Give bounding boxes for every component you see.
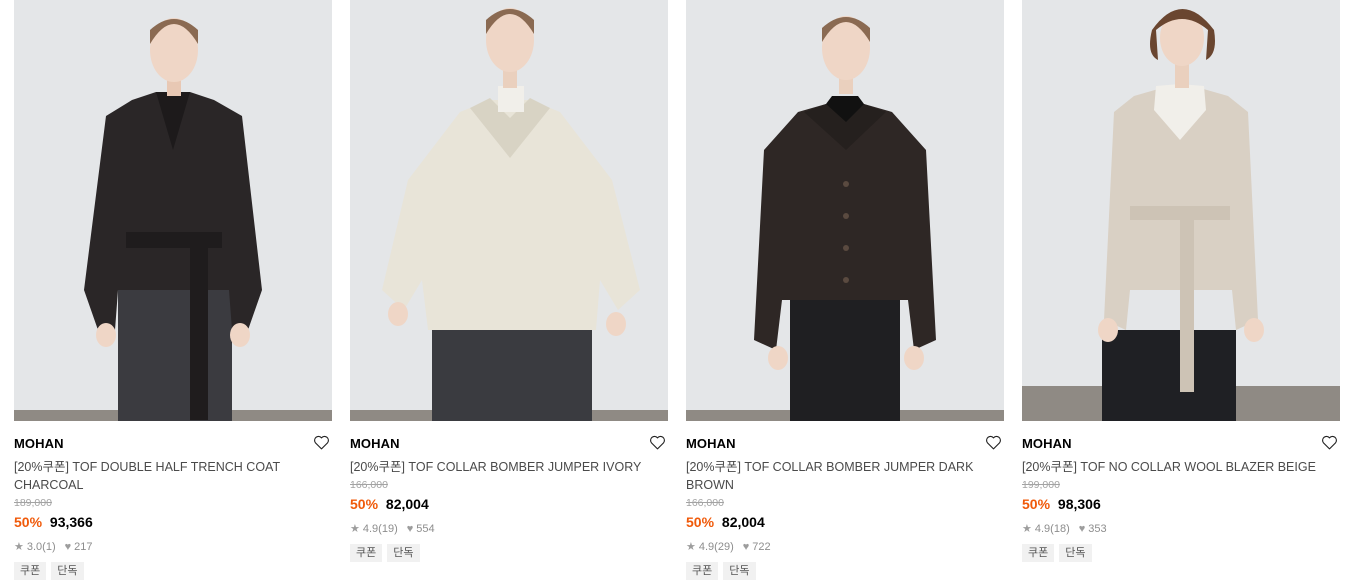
star-icon: ★	[1022, 523, 1032, 535]
original-price: 166,000	[350, 479, 388, 491]
discount-rate: 50%	[14, 514, 43, 530]
product-name[interactable]: [20%쿠폰] TOF NO COLLAR WOOL BLAZER BEIGE	[1022, 458, 1340, 476]
heart-outline-icon[interactable]	[649, 434, 666, 451]
like-count: 554	[416, 523, 435, 535]
rating: 4.9	[698, 541, 715, 553]
brand-name[interactable]: MOHAN	[350, 436, 400, 451]
product-meta: ★ 4.9 (29) ♥ 722	[686, 540, 1004, 554]
price-row: 50% 98,306	[1022, 494, 1340, 514]
review-count: (18)	[1050, 523, 1070, 535]
heart-outline-icon[interactable]	[1321, 434, 1338, 451]
original-price: 199,000	[1022, 479, 1060, 491]
original-price: 189,000	[14, 497, 52, 509]
brand-row: MOHAN	[14, 434, 332, 458]
product-name[interactable]: [20%쿠폰] TOF COLLAR BOMBER JUMPER DARK BR…	[686, 458, 1004, 494]
original-price: 166,000	[686, 497, 724, 509]
tag-list: 쿠폰 단독	[14, 562, 332, 580]
product-image[interactable]	[350, 0, 668, 421]
price-row: 50% 82,004	[350, 494, 668, 514]
product-grid: MOHAN [20%쿠폰] TOF DOUBLE HALF TRENCH COA…	[0, 0, 1347, 583]
brand-name[interactable]: MOHAN	[686, 436, 736, 451]
discount-rate: 50%	[686, 514, 715, 530]
brand-name[interactable]: MOHAN	[14, 436, 64, 451]
review-count: (19)	[378, 523, 398, 535]
exclusive-tag: 단독	[51, 562, 84, 580]
heart-filled-icon: ♥	[64, 541, 72, 553]
price-row: 50% 93,366	[14, 512, 332, 532]
brand-row: MOHAN	[350, 434, 668, 458]
brand-row: MOHAN	[686, 434, 1004, 458]
coupon-tag: 쿠폰	[350, 544, 383, 562]
review-count: (29)	[714, 541, 734, 553]
product-meta: ★ 4.9 (18) ♥ 353	[1022, 522, 1340, 536]
exclusive-tag: 단독	[723, 562, 756, 580]
heart-filled-icon: ♥	[1078, 523, 1086, 535]
review-count: (1)	[42, 541, 56, 553]
tag-list: 쿠폰 단독	[1022, 544, 1340, 562]
star-icon: ★	[350, 523, 360, 535]
sale-price: 98,306	[1057, 496, 1101, 512]
coupon-tag: 쿠폰	[14, 562, 47, 580]
product-card[interactable]: MOHAN [20%쿠폰] TOF COLLAR BOMBER JUMPER I…	[350, 0, 668, 583]
price-row: 50% 82,004	[686, 512, 1004, 532]
sale-price: 82,004	[385, 496, 429, 512]
tag-list: 쿠폰 단독	[350, 544, 668, 562]
product-meta: ★ 3.0 (1) ♥ 217	[14, 540, 332, 554]
product-card[interactable]: MOHAN [20%쿠폰] TOF DOUBLE HALF TRENCH COA…	[14, 0, 332, 583]
rating: 3.0	[26, 541, 43, 553]
product-name[interactable]: [20%쿠폰] TOF DOUBLE HALF TRENCH COAT CHAR…	[14, 458, 332, 494]
discount-rate: 50%	[1022, 496, 1051, 512]
rating: 4.9	[362, 523, 379, 535]
product-card[interactable]: MOHAN [20%쿠폰] TOF COLLAR BOMBER JUMPER D…	[686, 0, 1004, 583]
heart-filled-icon: ♥	[406, 523, 414, 535]
like-count: 353	[1088, 523, 1107, 535]
star-icon: ★	[686, 541, 696, 553]
heart-outline-icon[interactable]	[313, 434, 330, 451]
heart-filled-icon: ♥	[742, 541, 750, 553]
heart-outline-icon[interactable]	[985, 434, 1002, 451]
exclusive-tag: 단독	[387, 544, 420, 562]
sale-price: 82,004	[721, 514, 765, 530]
product-meta: ★ 4.9 (19) ♥ 554	[350, 522, 668, 536]
exclusive-tag: 단독	[1059, 544, 1092, 562]
tag-list: 쿠폰 단독	[686, 562, 1004, 580]
brand-name[interactable]: MOHAN	[1022, 436, 1072, 451]
coupon-tag: 쿠폰	[1022, 544, 1055, 562]
product-card[interactable]: MOHAN [20%쿠폰] TOF NO COLLAR WOOL BLAZER …	[1022, 0, 1340, 583]
coupon-tag: 쿠폰	[686, 562, 719, 580]
star-icon: ★	[14, 541, 24, 553]
product-image[interactable]	[686, 0, 1004, 421]
like-count: 217	[74, 541, 93, 553]
product-name[interactable]: [20%쿠폰] TOF COLLAR BOMBER JUMPER IVORY	[350, 458, 668, 476]
product-image[interactable]	[14, 0, 332, 421]
product-image[interactable]	[1022, 0, 1340, 421]
like-count: 722	[752, 541, 771, 553]
sale-price: 93,366	[49, 514, 93, 530]
discount-rate: 50%	[350, 496, 379, 512]
rating: 4.9	[1034, 523, 1051, 535]
brand-row: MOHAN	[1022, 434, 1340, 458]
